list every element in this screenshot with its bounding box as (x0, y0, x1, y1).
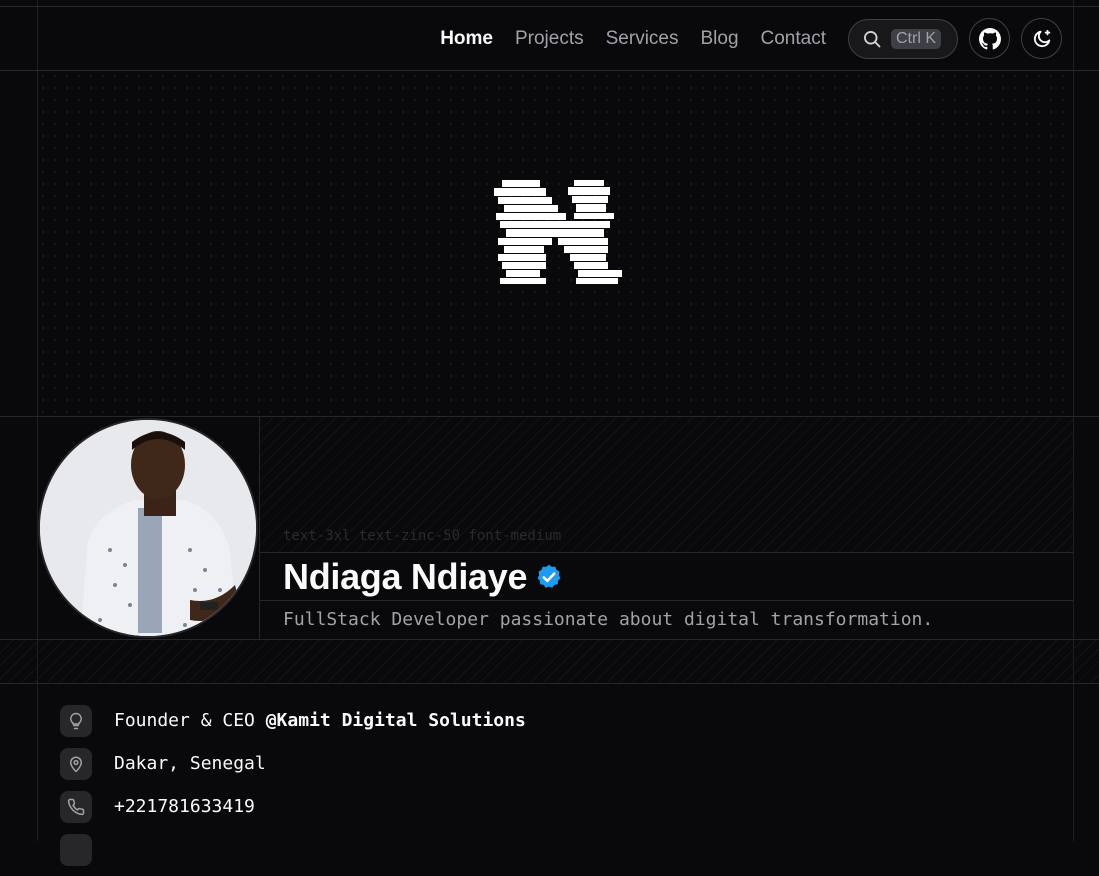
info-item-location: Dakar, Senegal (60, 747, 526, 780)
grid-line-right (1073, 0, 1074, 841)
profile-photo (40, 420, 256, 636)
glitch-n-logo (494, 180, 622, 284)
company-link[interactable]: @Kamit Digital Solutions (266, 710, 526, 731)
info-top-border (0, 683, 1099, 684)
divider-striped-band (0, 640, 1099, 683)
info-item-role: Founder & CEO @Kamit Digital Solutions (60, 704, 526, 737)
search-shortcut: Ctrl K (891, 28, 941, 49)
code-hint-text: text-3xl text-zinc-50 font-medium (283, 528, 562, 544)
nav-link-home[interactable]: Home (440, 28, 493, 50)
hero-banner (37, 70, 1073, 416)
main-nav: Home Projects Services Blog Contact Ctrl… (0, 7, 1099, 70)
map-pin-icon (60, 747, 92, 780)
phone-link[interactable]: +221781633419 (114, 796, 255, 817)
github-icon (978, 27, 1001, 49)
info-item-partial (60, 833, 526, 866)
verified-badge-icon (537, 564, 561, 588)
nav-links: Home Projects Services Blog Contact (440, 28, 826, 50)
moon-icon (1033, 29, 1050, 47)
avatar (38, 418, 258, 638)
phone-icon (60, 790, 92, 823)
nav-link-projects[interactable]: Projects (515, 28, 584, 50)
site-header: Home Projects Services Blog Contact Ctrl… (0, 7, 1099, 70)
search-icon (864, 30, 881, 47)
profile-tagline: FullStack Developer passionate about dig… (283, 609, 934, 630)
nav-link-contact[interactable]: Contact (761, 28, 826, 50)
name-top-border (260, 552, 1073, 553)
profile-info-list: Founder & CEO @Kamit Digital Solutions D… (60, 704, 526, 876)
role-prefix: Founder & CEO (114, 710, 266, 731)
avatar-divider (259, 417, 260, 639)
role-text: Founder & CEO @Kamit Digital Solutions (114, 710, 526, 731)
info-item-phone: +221781633419 (60, 790, 526, 823)
mail-icon (60, 833, 92, 866)
theme-toggle-button[interactable] (1021, 18, 1062, 59)
lightbulb-icon (60, 704, 92, 737)
nav-link-blog[interactable]: Blog (700, 28, 738, 50)
name-bottom-border (260, 600, 1073, 601)
location-text: Dakar, Senegal (114, 753, 266, 774)
name-row: Ndiaga Ndiaye (283, 554, 563, 600)
search-button[interactable]: Ctrl K (848, 18, 958, 59)
profile-name: Ndiaga Ndiaye (283, 556, 528, 597)
nav-link-services[interactable]: Services (606, 28, 679, 50)
github-button[interactable] (969, 18, 1010, 59)
